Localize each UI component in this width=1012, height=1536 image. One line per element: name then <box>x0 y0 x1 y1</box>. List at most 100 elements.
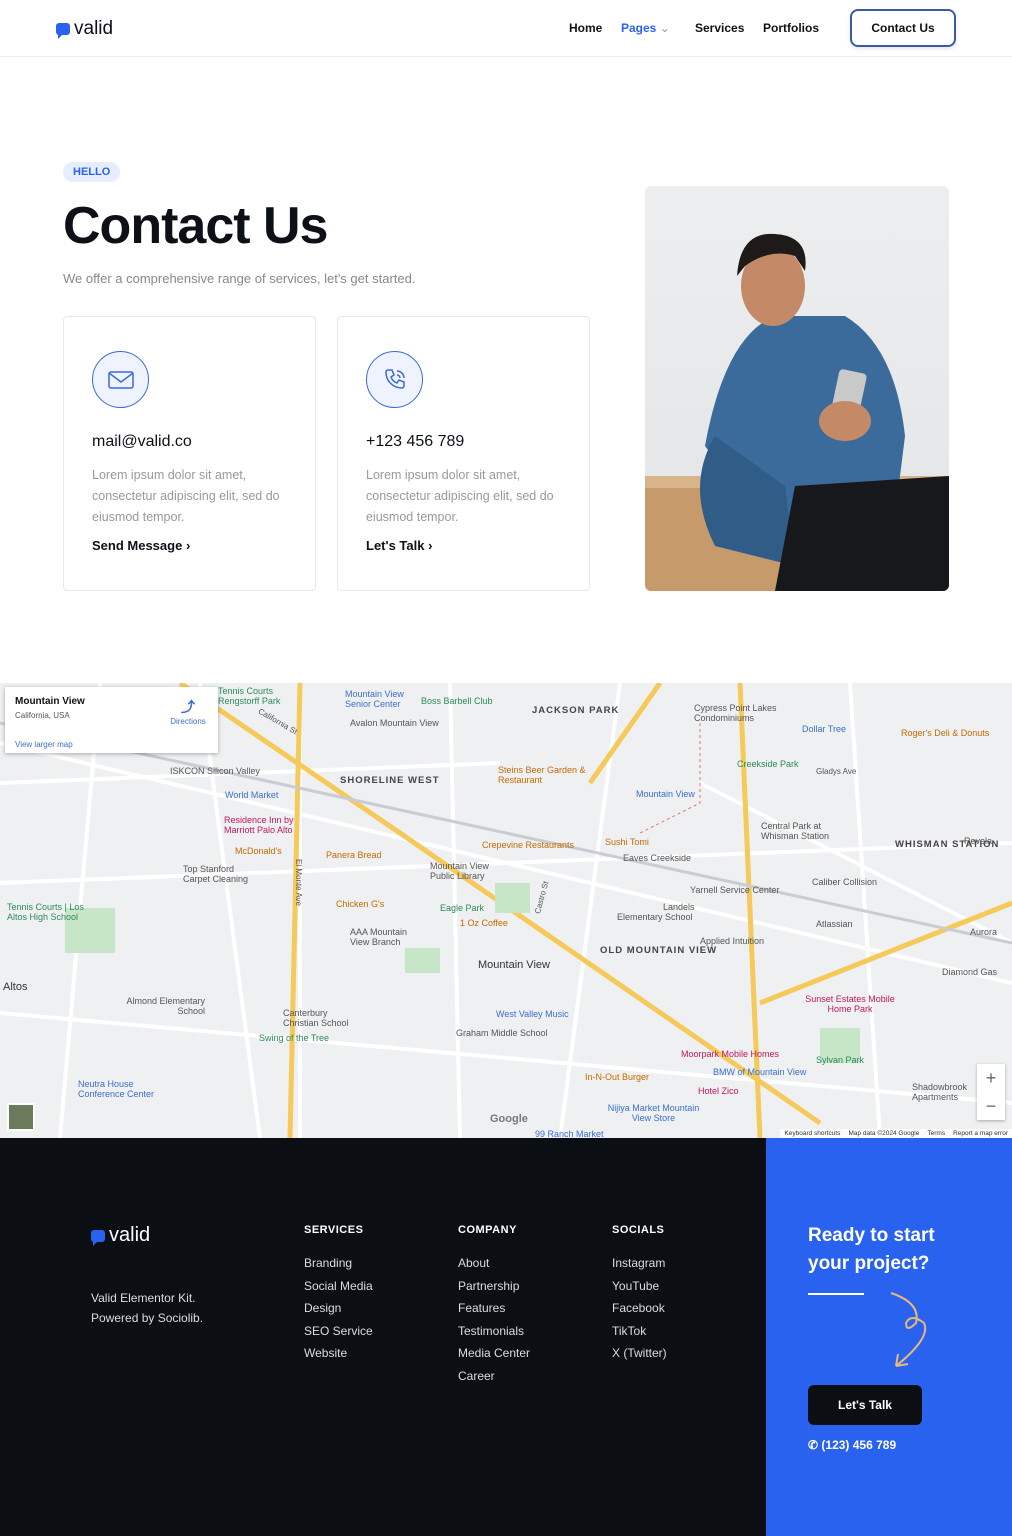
map-label: Hotel Zico <box>698 1086 739 1096</box>
chevron-right-icon: › <box>185 538 191 553</box>
chat-bubble-icon <box>56 23 70 39</box>
footer-link[interactable]: Design <box>304 1301 341 1315</box>
zoom-controls: + − <box>977 1064 1005 1120</box>
map-label: McDonald's <box>235 846 282 856</box>
directions-button[interactable]: ⤴ Directions <box>168 697 208 726</box>
map-label: Crepevine Restaurants <box>482 840 575 850</box>
phone-icon <box>366 351 423 408</box>
map-label: Nijiya Market Mountain View Store <box>607 1103 700 1123</box>
map-label: Mountain View Senior Center <box>345 689 404 709</box>
send-message-link[interactable]: Send Message › <box>92 538 190 553</box>
map-label: Avalon Mountain View <box>350 718 439 728</box>
map-label: Moorpark Mobile Homes <box>681 1049 780 1059</box>
map-label: AAA Mountain View Branch <box>350 927 408 947</box>
chat-bubble-icon <box>91 1229 105 1246</box>
nav-pages[interactable]: Pages ⌄ <box>621 21 670 35</box>
map-label: Neutra House Conference Center <box>78 1079 155 1099</box>
phone-icon: ✆ <box>808 1438 819 1452</box>
map-label: OLD MOUNTAIN VIEW <box>600 945 718 956</box>
footer-link[interactable]: Career <box>458 1369 495 1383</box>
map-label: West Valley Music <box>496 1009 569 1019</box>
lets-talk-link[interactable]: Let's Talk › <box>366 538 432 553</box>
map-label: 99 Ranch Market <box>535 1129 604 1138</box>
nav-portfolios[interactable]: Portfolios <box>763 21 819 35</box>
footer-link[interactable]: Branding <box>304 1256 352 1270</box>
zoom-out-button[interactable]: − <box>977 1092 1005 1120</box>
email-card-desc: Lorem ipsum dolor sit amet, consectetur … <box>92 468 280 524</box>
map-label: Mountain View Public Library <box>430 861 489 881</box>
footer-link[interactable]: TikTok <box>612 1324 646 1338</box>
footer-link[interactable]: Facebook <box>612 1301 665 1315</box>
footer-link[interactable]: Features <box>458 1301 505 1315</box>
map-label: Tennis Courts Rengstorff Park <box>218 686 281 706</box>
map-label: Residence Inn by Marriott Palo Alto <box>224 815 294 835</box>
nav-home[interactable]: Home <box>569 21 602 35</box>
map-label: Diamond Gas <box>942 967 998 977</box>
terms-link[interactable]: Terms <box>927 1130 945 1137</box>
page-subtitle: We offer a comprehensive range of servic… <box>63 271 416 286</box>
map-label: SHORELINE WEST <box>340 775 440 786</box>
map-label: Revela <box>964 836 993 846</box>
keyboard-shortcuts-link[interactable]: Keyboard shortcuts <box>784 1130 840 1137</box>
envelope-icon <box>92 351 149 408</box>
map-label: Shadowbrook Apartments <box>912 1082 968 1102</box>
map-label: Canterbury Christian School <box>283 1008 349 1028</box>
footer-link[interactable]: Website <box>304 1346 347 1360</box>
curly-arrow-icon <box>890 1292 927 1367</box>
footer-link[interactable]: SEO Service <box>304 1324 373 1338</box>
map-label: BMW of Mountain View <box>713 1067 807 1077</box>
map-label: Elementary School <box>617 912 693 922</box>
logo[interactable]: valid <box>56 18 113 40</box>
phone-card-desc: Lorem ipsum dolor sit amet, consectetur … <box>366 468 554 524</box>
footer: valid Valid Elementor Kit. Powered by So… <box>0 1138 1012 1536</box>
chevron-right-icon: › <box>428 538 433 553</box>
page-title: Contact Us <box>63 197 328 255</box>
report-error-link[interactable]: Report a map error <box>953 1130 1008 1137</box>
cta-phone-number: (123) 456 789 <box>821 1438 897 1452</box>
hello-badge: HELLO <box>63 162 121 182</box>
footer-logo[interactable]: valid <box>91 1224 150 1247</box>
map-label: Top Stanford Carpet Cleaning <box>183 864 249 884</box>
email-card: mail@valid.co Lorem ipsum dolor sit amet… <box>63 316 316 591</box>
footer-link[interactable]: Instagram <box>612 1256 665 1270</box>
cta-phone[interactable]: ✆ (123) 456 789 <box>808 1438 896 1452</box>
map-place-region: California, USA <box>15 711 70 720</box>
map-label: Chicken G's <box>336 899 385 909</box>
zoom-in-button[interactable]: + <box>977 1064 1005 1092</box>
map-label: Eaves Creekside <box>623 853 692 863</box>
map-place-name: Mountain View <box>15 696 85 707</box>
contact-us-button[interactable]: Contact Us <box>850 9 956 47</box>
footer-link[interactable]: About <box>458 1256 489 1270</box>
map-label: 1 Oz Coffee <box>460 918 508 928</box>
map-label: Mountain View <box>478 959 550 971</box>
company-heading: COMPANY <box>458 1224 517 1236</box>
send-message-label: Send Message <box>92 538 183 553</box>
footer-link[interactable]: Testimonials <box>458 1324 524 1338</box>
map-label: Almond Elementary School <box>126 996 205 1016</box>
footer-tagline: Valid Elementor Kit. Powered by Sociolib… <box>91 1291 204 1325</box>
footer-link[interactable]: YouTube <box>612 1279 659 1293</box>
view-larger-map-link[interactable]: View larger map <box>15 740 73 749</box>
directions-label: Directions <box>170 717 206 726</box>
logo-text: valid <box>74 18 114 39</box>
map-attribution: Keyboard shortcuts Map data ©2024 Google T… <box>780 1129 1012 1138</box>
cta-lets-talk-button[interactable]: Let's Talk <box>808 1385 922 1425</box>
footer-link[interactable]: Media Center <box>458 1346 530 1360</box>
map-label: Central Park at Whisman Station <box>761 821 830 841</box>
map-label: JACKSON PARK <box>532 705 620 716</box>
footer-link[interactable]: Partnership <box>458 1279 519 1293</box>
footer-link[interactable]: X (Twitter) <box>612 1346 667 1360</box>
map-label: Applied Intuition <box>700 936 765 946</box>
map-label: Landels <box>663 902 695 912</box>
phone-card: +123 456 789 Lorem ipsum dolor sit amet,… <box>337 316 590 591</box>
cta-panel: Ready to start your project? Let's Talk … <box>766 1138 1012 1536</box>
nav-services[interactable]: Services <box>695 21 744 35</box>
map-label: Panera Bread <box>326 850 382 860</box>
satellite-toggle[interactable] <box>7 1103 35 1131</box>
footer-link[interactable]: Social Media <box>304 1279 373 1293</box>
socials-heading: SOCIALS <box>612 1224 665 1236</box>
map-label: Yarnell Service Center <box>690 885 780 895</box>
hero-photo-man-with-phone <box>645 186 949 591</box>
map-embed[interactable]: JACKSON PARK SHORELINE WEST OLD MOUNTAIN… <box>0 683 1012 1138</box>
map-label: Cypress Point Lakes Condominiums <box>694 703 777 723</box>
